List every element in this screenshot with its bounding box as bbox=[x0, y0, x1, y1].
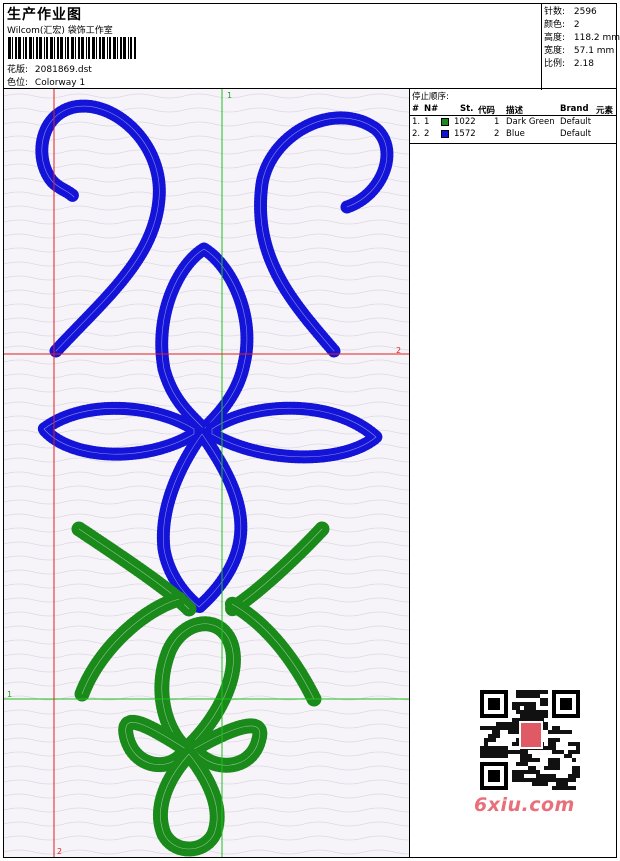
color-swatch bbox=[441, 130, 449, 138]
guide-label-left: 1 bbox=[7, 690, 12, 699]
spec-height: 高度: 118.2 mm bbox=[544, 33, 620, 43]
stop-description: Dark Green bbox=[506, 117, 555, 127]
col-index: # bbox=[412, 104, 420, 114]
spec-stitches: 针数: 2596 bbox=[544, 7, 597, 17]
design-file-label: 花版: bbox=[7, 65, 29, 75]
color-swatch bbox=[441, 118, 449, 126]
col-code: 代码 bbox=[478, 106, 496, 116]
qr-code-image bbox=[480, 690, 580, 790]
stop-stitches: 1572 bbox=[454, 129, 476, 139]
col-needle: N# bbox=[424, 104, 439, 114]
design-file-row: 花版: 2081869.dst bbox=[7, 62, 92, 75]
stop-index: 2. bbox=[412, 129, 421, 139]
design-file-value: 2081869.dst bbox=[34, 65, 92, 75]
stop-needle: 1 bbox=[424, 117, 430, 127]
stop-sequence-panel: 停止顺序: # N# St. 代码 描述 Brand 元素 1. 1 1022 1 Da… bbox=[410, 89, 616, 144]
stop-sequence-title: 停止顺序: bbox=[412, 92, 449, 102]
guide-label-right: 2 bbox=[396, 346, 401, 355]
col-stitches: St. bbox=[460, 104, 474, 114]
spec-width: 宽度: 57.1 mm bbox=[544, 46, 615, 56]
col-description: 描述 bbox=[506, 106, 524, 116]
spec-colors: 颜色: 2 bbox=[544, 20, 580, 30]
stop-code: 1 bbox=[494, 117, 500, 127]
stop-brand: Default bbox=[560, 129, 592, 139]
stop-table-body: 1. 1 1022 1 Dark Green Default 2. 2 1572 2 Blue Def… bbox=[410, 116, 616, 144]
stop-code: 2 bbox=[494, 129, 500, 139]
stop-table-header: # N# St. 代码 描述 Brand 元素 bbox=[410, 103, 616, 116]
guide-label-bottom: 2 bbox=[57, 847, 62, 856]
stop-index: 1. bbox=[412, 117, 421, 127]
stop-needle: 2 bbox=[424, 129, 430, 139]
colorway-row: 色位: Colorway 1 bbox=[7, 75, 85, 88]
stop-stitches: 1022 bbox=[454, 117, 476, 127]
colorway-value: Colorway 1 bbox=[34, 78, 86, 88]
page-title: 生产作业图 bbox=[7, 7, 82, 23]
qr-code bbox=[476, 686, 584, 794]
spec-scale: 比例: 2.18 bbox=[544, 59, 594, 69]
production-sheet: 生产作业图 Wilcom(汇宏) 袋饰工作室 花版: 2081869.dst 色… bbox=[3, 3, 620, 858]
col-element: 元素 bbox=[596, 106, 614, 116]
barcode bbox=[8, 37, 136, 59]
stop-description: Blue bbox=[506, 129, 525, 139]
col-brand: Brand bbox=[560, 104, 589, 114]
embroidery-preview: 1 2 1 2 bbox=[4, 89, 409, 857]
header: 生产作业图 Wilcom(汇宏) 袋饰工作室 花版: 2081869.dst 色… bbox=[4, 4, 540, 88]
spec-panel: 针数: 2596 颜色: 2 高度: 118.2 mm 宽度: 57.1 mm … bbox=[541, 4, 620, 90]
watermark-logo: 6xiu.com bbox=[474, 794, 575, 816]
stop-row[interactable]: 1. 1 1022 1 Dark Green Default bbox=[410, 116, 616, 128]
stop-brand: Default bbox=[560, 117, 592, 127]
colorway-label: 色位: bbox=[7, 78, 29, 88]
stop-row[interactable]: 2. 2 1572 2 Blue Default bbox=[410, 128, 616, 140]
studio-name: Wilcom(汇宏) 袋饰工作室 bbox=[7, 26, 113, 36]
design-canvas[interactable]: 1 2 1 2 bbox=[4, 89, 410, 857]
guide-label-top: 1 bbox=[227, 91, 232, 100]
